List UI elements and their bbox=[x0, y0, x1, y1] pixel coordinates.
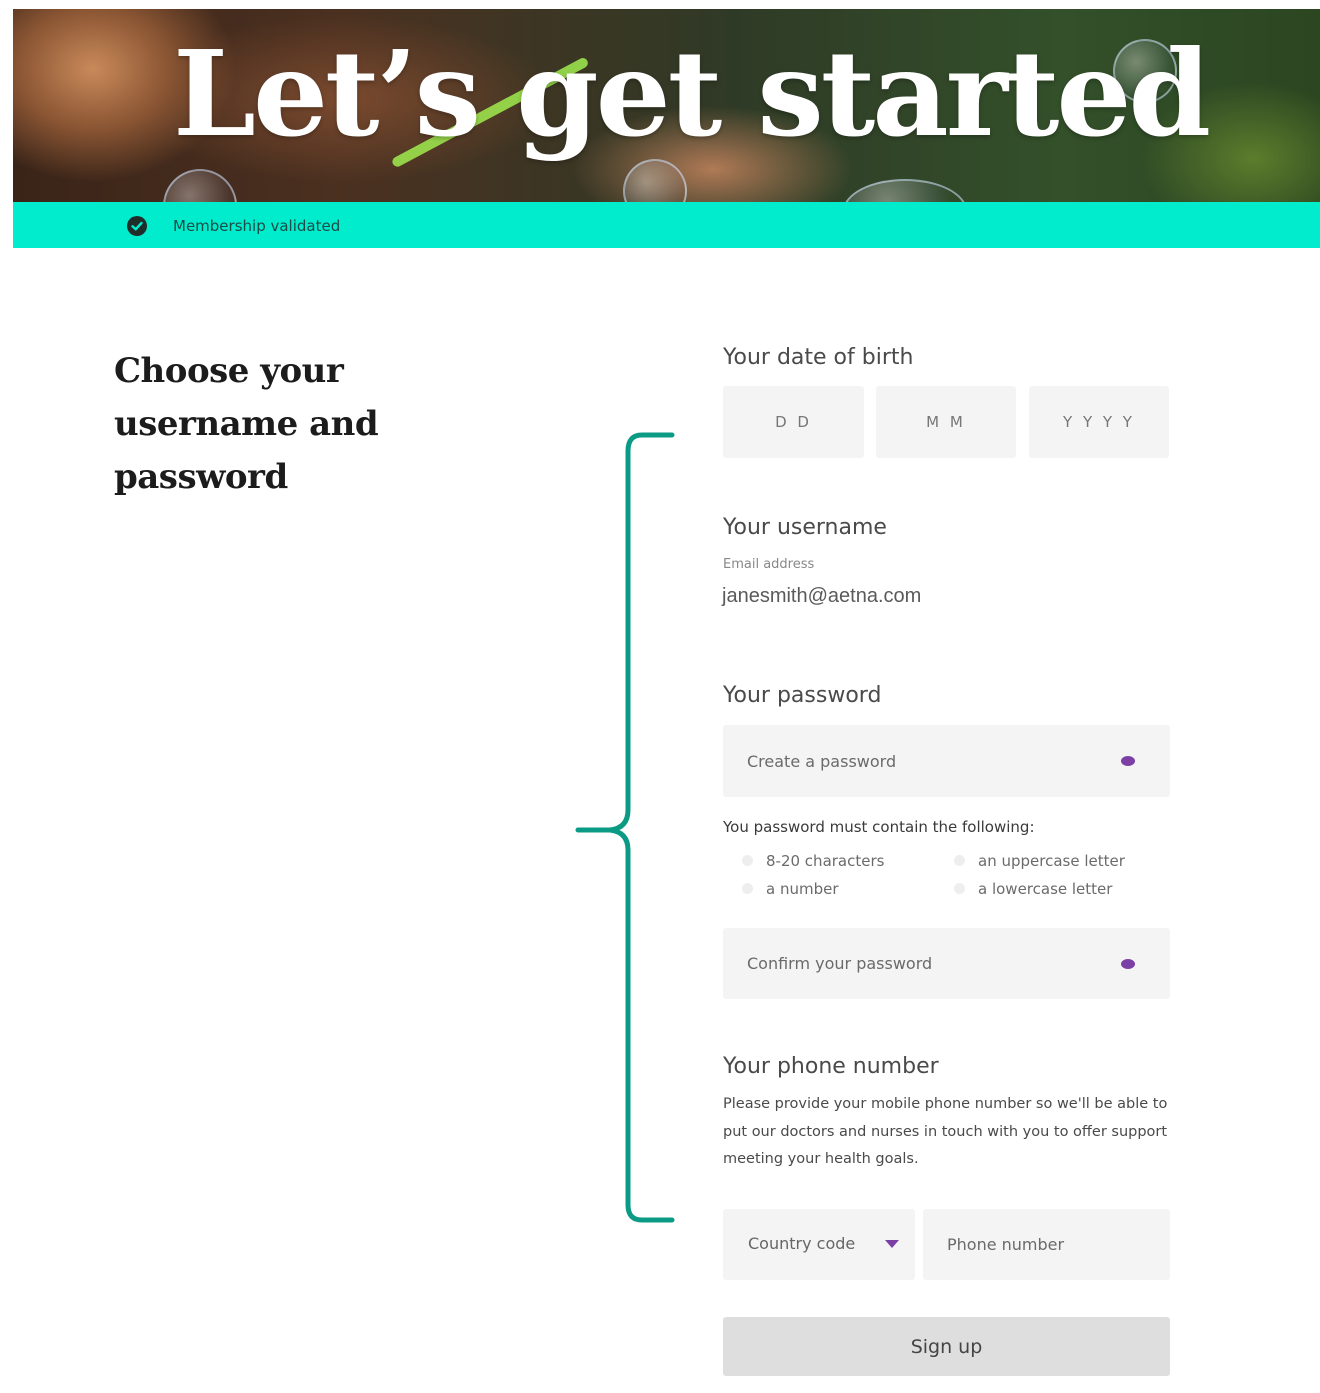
requirement-item: 8-20 characters bbox=[742, 851, 885, 871]
dob-month-input[interactable] bbox=[876, 386, 1016, 458]
phone-label: Your phone number bbox=[723, 1054, 939, 1079]
email-field-label: Email address bbox=[723, 557, 815, 572]
requirement-item: a number bbox=[742, 879, 839, 899]
requirement-text: an uppercase letter bbox=[978, 852, 1125, 870]
page-heading-line: username and bbox=[114, 404, 379, 444]
phone-description: Please provide your mobile phone number … bbox=[723, 1096, 1168, 1167]
phone-number-input[interactable] bbox=[923, 1209, 1170, 1280]
dob-label: Your date of birth bbox=[723, 345, 914, 370]
show-confirm-password-icon[interactable] bbox=[1121, 959, 1135, 969]
page-heading-line: password bbox=[114, 457, 288, 497]
country-code-select[interactable]: Country code bbox=[723, 1209, 915, 1280]
requirement-status-icon bbox=[954, 883, 965, 894]
membership-status-banner: Membership validated bbox=[13, 202, 1320, 248]
requirement-item: a lowercase letter bbox=[954, 879, 1113, 899]
bubble-decoration bbox=[163, 169, 237, 202]
show-password-icon[interactable] bbox=[1121, 756, 1135, 766]
dob-day-input[interactable] bbox=[723, 386, 864, 458]
dob-year-input[interactable] bbox=[1029, 386, 1169, 458]
chevron-down-icon bbox=[885, 1240, 899, 1248]
requirement-status-icon bbox=[742, 883, 753, 894]
requirement-status-icon bbox=[742, 855, 753, 866]
page-heading-line: Choose your bbox=[114, 351, 344, 391]
requirement-status-icon bbox=[954, 855, 965, 866]
requirement-text: 8-20 characters bbox=[766, 852, 885, 870]
confirm-password-input[interactable] bbox=[723, 928, 1170, 999]
username-label: Your username bbox=[723, 515, 887, 540]
requirement-text: a number bbox=[766, 880, 839, 898]
password-label: Your password bbox=[723, 683, 882, 708]
password-requirements-title: You password must contain the following: bbox=[723, 818, 1035, 836]
check-circle-icon bbox=[127, 216, 147, 236]
email-value: janesmith@aetna.com bbox=[722, 585, 922, 607]
curly-bracket-annotation bbox=[575, 432, 675, 1223]
requirement-text: a lowercase letter bbox=[978, 880, 1113, 898]
hero-title: Let’s get started bbox=[173, 24, 1211, 163]
bubble-decoration bbox=[843, 179, 967, 202]
membership-status-text: Membership validated bbox=[173, 217, 341, 235]
hero-banner: Let’s get started bbox=[13, 9, 1320, 202]
sign-up-button[interactable]: Sign up bbox=[723, 1317, 1170, 1376]
country-code-label: Country code bbox=[748, 1234, 856, 1253]
page-heading: Choose your username and password bbox=[114, 345, 444, 504]
create-password-input[interactable] bbox=[723, 725, 1170, 797]
requirement-item: an uppercase letter bbox=[954, 851, 1125, 871]
